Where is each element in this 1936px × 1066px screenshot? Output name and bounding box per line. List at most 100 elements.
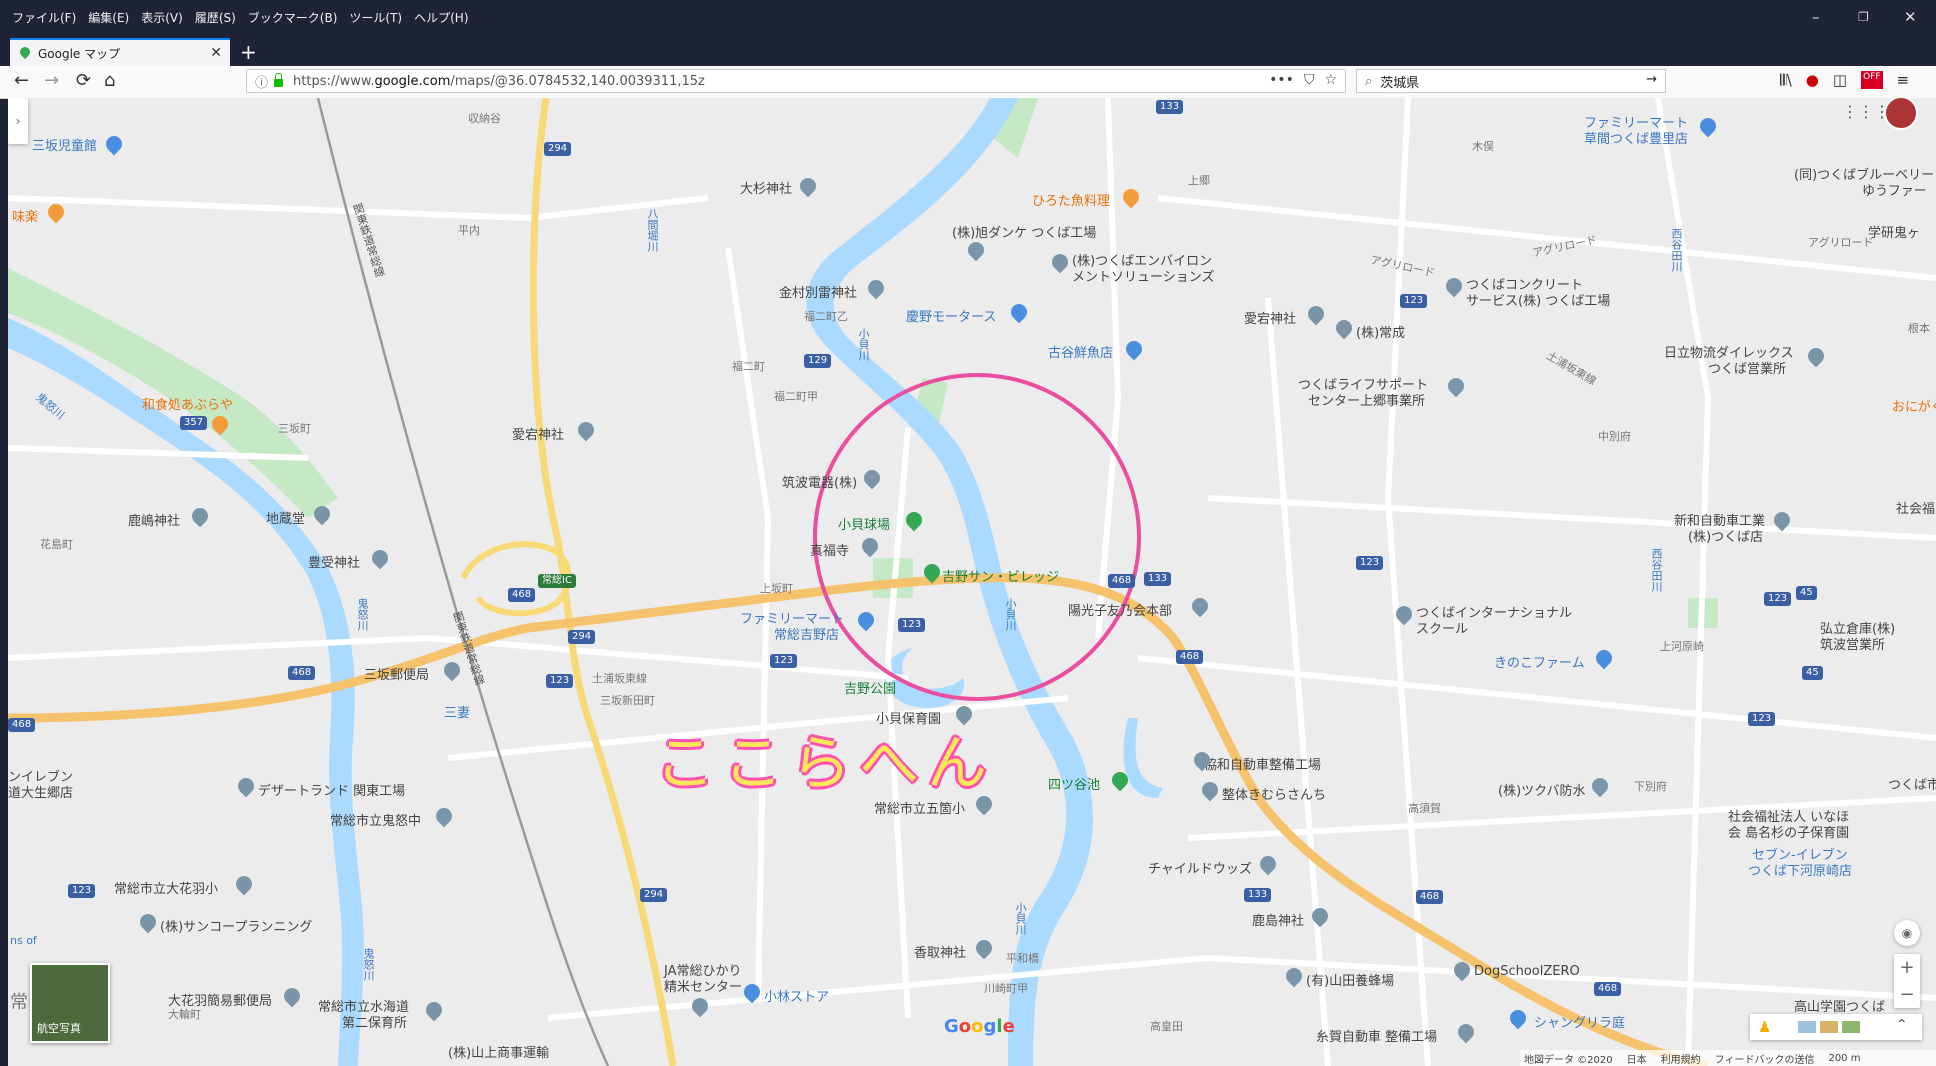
label-shakai-2[interactable]: 会 島名杉の子保育園 <box>1728 822 1849 841</box>
expand-side-panel-button[interactable]: › <box>8 98 28 144</box>
label-mizukaido-2[interactable]: 第二保育所 <box>342 1012 407 1031</box>
label-tsukuba-intl-2[interactable]: スクール <box>1416 618 1468 637</box>
label-osugi-shrine[interactable]: 大杉神社 <box>740 178 792 197</box>
apps-grid-icon[interactable]: ⋮⋮⋮ <box>1842 102 1890 121</box>
label-kashima-shrine-2[interactable]: 鹿島神社 <box>1252 910 1304 929</box>
label-kyowa[interactable]: 協和自動車整備工場 <box>1204 754 1321 773</box>
label-concrete-2[interactable]: サービス(株) つくば工場 <box>1466 290 1610 309</box>
menu-icon[interactable]: ≡ <box>1897 71 1910 89</box>
label-oniwada-school[interactable]: 常総市立鬼怒中 <box>330 810 421 829</box>
close-window-button[interactable]: ✕ <box>1904 8 1917 26</box>
label-owada-school[interactable]: 常総市立大花羽小 <box>114 878 218 897</box>
terrain-layer-thumbnail[interactable] <box>1842 1021 1860 1033</box>
sidebar-icon[interactable]: ◫ <box>1833 71 1847 89</box>
map-view[interactable]: 三坂児童館 味楽 収納谷 平内 大杉神社 金村別雷神社 福二町乙 福二町 福二町… <box>8 98 1936 1066</box>
label-yoshino-village[interactable]: 吉野サン・ビレッジ <box>942 566 1059 585</box>
label-ja-2[interactable]: 精米センター <box>664 976 742 995</box>
zoom-in-button[interactable]: + <box>1894 954 1920 981</box>
pocket-icon[interactable]: ⛉ <box>1304 72 1315 88</box>
label-furuya[interactable]: 古谷鮮魚店 <box>1048 342 1113 361</box>
search-bar[interactable]: ⌕ 茨城県 → <box>1356 69 1666 93</box>
label-familymart-2[interactable]: 常総吉野店 <box>774 624 839 643</box>
label-atago-shrine-2[interactable]: 愛宕神社 <box>1244 308 1296 327</box>
menu-edit[interactable]: 編集(E) <box>88 9 129 26</box>
zoom-out-button[interactable]: − <box>1894 981 1920 1008</box>
satellite-toggle[interactable]: 航空写真 <box>30 963 110 1043</box>
scale-bar[interactable]: 200 m <box>1828 1053 1860 1064</box>
label-yamagami[interactable]: (株)山上商事運輸 <box>448 1042 549 1061</box>
label-asahi-danke[interactable]: (株)旭ダンケ つくば工場 <box>952 222 1096 241</box>
collapse-layers-icon[interactable]: ⌃ <box>1896 1017 1908 1033</box>
label-kouritsu-2[interactable]: 筑波営業所 <box>1820 634 1885 653</box>
back-button[interactable]: ← <box>14 70 29 91</box>
label-atago-shrine-1[interactable]: 愛宕神社 <box>512 424 564 443</box>
label-hitachi-2[interactable]: つくば営業所 <box>1708 358 1786 377</box>
label-sancor[interactable]: (株)サンコープランニング <box>160 916 312 935</box>
addon-off-badge[interactable]: OFF <box>1861 71 1883 89</box>
label-keino-motors[interactable]: 慶野モータース <box>906 306 996 325</box>
region-link[interactable]: 日本 <box>1627 1051 1647 1066</box>
label-jouei[interactable]: (株)常成 <box>1356 322 1405 341</box>
library-icon[interactable]: 𝄃𝄃\ <box>1780 71 1792 89</box>
terms-link[interactable]: 利用規約 <box>1661 1051 1701 1066</box>
pegman-icon[interactable]: ♟ <box>1758 1018 1771 1036</box>
label-gakken[interactable]: 学研鬼ヶ <box>1868 222 1920 241</box>
reload-button[interactable]: ⟳ <box>76 70 91 91</box>
new-tab-button[interactable]: + <box>240 40 257 64</box>
label-tsukuwa[interactable]: (株)ツクバ防水 <box>1498 780 1586 799</box>
search-go-icon[interactable]: → <box>1646 72 1657 87</box>
label-kashima-shrine[interactable]: 鹿嶋神社 <box>128 510 180 529</box>
label-kobayashi[interactable]: 小林ストア <box>764 986 829 1005</box>
bookmark-star-icon[interactable]: ☆ <box>1324 72 1337 88</box>
label-oniga[interactable]: おにがく <box>1892 396 1936 415</box>
close-tab-icon[interactable]: ✕ <box>210 45 222 61</box>
label-jizodo[interactable]: 地蔵堂 <box>266 508 305 527</box>
label-yotsuya-pond[interactable]: 四ツ谷池 <box>1048 774 1100 793</box>
adblock-icon[interactable]: ● <box>1806 71 1819 89</box>
label-itoya[interactable]: 糸賀自動車 整備工場 <box>1316 1026 1437 1045</box>
label-shinpukuji[interactable]: 真福寺 <box>810 540 849 559</box>
label-life-2[interactable]: センター上郷事業所 <box>1308 390 1425 409</box>
menu-history[interactable]: 履歴(S) <box>195 9 236 26</box>
label-shinwa-2[interactable]: (株)つくば店 <box>1688 526 1763 545</box>
label-tsukuba-denki[interactable]: 筑波電器(株) <box>782 472 857 491</box>
url-bar[interactable]: ⓘ https://www.google.com/maps/@36.078453… <box>246 69 1346 93</box>
menu-help[interactable]: ヘルプ(H) <box>414 9 468 26</box>
my-location-icon[interactable]: ◉ <box>1894 920 1920 946</box>
home-button[interactable]: ⌂ <box>104 70 115 91</box>
label-yamada[interactable]: (有)山田養蜂場 <box>1306 970 1394 989</box>
minimize-button[interactable]: – <box>1812 8 1820 26</box>
forward-button[interactable]: → <box>44 70 59 91</box>
menu-bookmarks[interactable]: ブックマーク(B) <box>248 9 338 26</box>
label-kinoko-farm[interactable]: きのこファーム <box>1494 652 1585 671</box>
transit-layer-thumbnail[interactable] <box>1798 1021 1816 1033</box>
label-kanamura-shrine[interactable]: 金村別雷神社 <box>779 282 857 301</box>
label-eleven-2[interactable]: 道大生郷店 <box>8 782 73 801</box>
label-hirota[interactable]: ひろた魚料理 <box>1032 190 1110 209</box>
label-misaka-post[interactable]: 三坂郵便局 <box>364 664 429 683</box>
page-actions-icon[interactable]: ••• <box>1269 72 1294 88</box>
traffic-layer-thumbnail[interactable] <box>1820 1021 1838 1033</box>
label-katori-shrine[interactable]: 香取神社 <box>914 942 966 961</box>
label-youkoushi[interactable]: 陽光子友乃会本部 <box>1068 600 1172 619</box>
label-shangri[interactable]: シャングリラ庭 <box>1534 1012 1625 1031</box>
menu-file[interactable]: ファイル(F) <box>12 9 76 26</box>
restore-button[interactable]: ❐ <box>1858 10 1869 24</box>
label-shakai-r[interactable]: 社会福 <box>1896 498 1935 517</box>
feedback-link[interactable]: フィードバックの送信 <box>1715 1051 1815 1066</box>
label-desert[interactable]: デザートランド 関東工場 <box>258 780 405 799</box>
label-yoshino-park[interactable]: 吉野公園 <box>844 678 896 697</box>
menu-view[interactable]: 表示(V) <box>141 9 183 26</box>
label-toyouke-shrine[interactable]: 豊受神社 <box>308 552 360 571</box>
label-child-woods[interactable]: チャイルドウッズ <box>1148 858 1252 877</box>
info-icon[interactable]: ⓘ <box>255 72 268 91</box>
label-family-top-2[interactable]: 草間つくば豊里店 <box>1584 128 1688 147</box>
label-washokudokoro[interactable]: 和食処あぶらや <box>142 394 233 413</box>
label-tsukuba-env-2[interactable]: メントソリューションズ <box>1072 266 1214 285</box>
menu-tools[interactable]: ツール(T) <box>349 9 402 26</box>
label-seitai[interactable]: 整体きむらさんち <box>1222 784 1326 803</box>
label-blueberry-2[interactable]: ゆうファー <box>1862 180 1927 199</box>
label-ajiraku[interactable]: 味楽 <box>12 206 38 225</box>
label-kokai-stadium[interactable]: 小貝球場 <box>838 514 890 533</box>
tab-google-maps[interactable]: Google マップ ✕ <box>10 38 230 66</box>
